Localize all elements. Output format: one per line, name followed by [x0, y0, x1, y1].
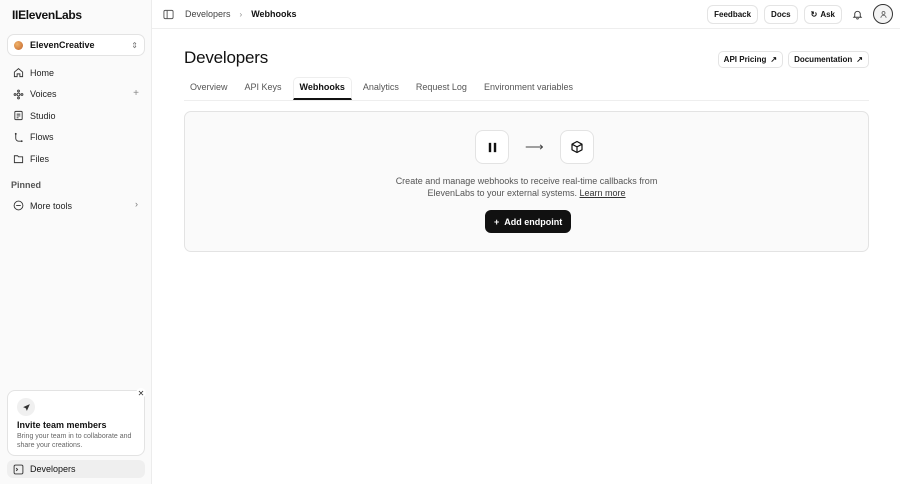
sidebar-item-flows[interactable]: Flows [7, 127, 145, 149]
invite-card[interactable]: ✕ Invite team members Bring your team in… [7, 388, 146, 456]
empty-state-description: Create and manage webhooks to receive re… [185, 175, 868, 199]
sidebar-item-label: More tools [30, 200, 73, 211]
sidebar-item-label: Studio [30, 110, 56, 121]
description-text: ElevenLabs to your external systems. [427, 188, 578, 198]
api-pricing-button[interactable]: API Pricing ↗ [717, 51, 784, 68]
sidebar-item-voices[interactable]: Voices + [7, 84, 145, 106]
sidebar-nav: Home Voices + Studio Flows Files [7, 62, 145, 170]
sidebar-item-files[interactable]: Files [7, 148, 145, 170]
studio-icon [13, 110, 24, 121]
sidebar-item-home[interactable]: Home [7, 62, 145, 84]
breadcrumb: Developers › Webhooks [185, 9, 297, 19]
sidebar: IIElevenLabs ElevenCreative ⇕ Home Voice… [0, 0, 152, 484]
feedback-button[interactable]: Feedback [707, 4, 759, 24]
more-tools-section: More tools › [7, 195, 145, 217]
refresh-icon: ↻ [810, 9, 818, 19]
sidebar-item-more-tools[interactable]: More tools › [7, 195, 145, 217]
send-icon [17, 398, 35, 416]
ask-label: Ask [820, 9, 835, 19]
documentation-label: Documentation [794, 55, 853, 64]
invite-title: Invite team members [17, 420, 107, 430]
sidebar-item-label: Files [30, 153, 50, 164]
user-avatar-icon[interactable] [873, 4, 893, 24]
add-endpoint-label: Add endpoint [504, 216, 563, 227]
sidebar-item-developers[interactable]: Developers [7, 460, 145, 478]
logo[interactable]: IIElevenLabs [12, 8, 82, 22]
breadcrumb-webhooks: Webhooks [251, 9, 297, 19]
voices-icon [13, 89, 24, 100]
empty-state-illustration: ⟶ [475, 130, 594, 164]
box-icon [559, 130, 594, 164]
breadcrumb-developers[interactable]: Developers [185, 9, 231, 19]
chevron-right-icon: › [239, 9, 243, 19]
tab-analytics[interactable]: Analytics [357, 82, 405, 100]
workspace-avatar-icon [14, 40, 23, 50]
sidebar-item-label: Voices [30, 89, 57, 100]
sidebar-item-label: Flows [30, 132, 54, 143]
bell-icon[interactable] [848, 5, 867, 24]
api-pricing-label: API Pricing [723, 55, 767, 64]
external-link-icon: ↗ [770, 55, 778, 64]
tab-bar: Overview API Keys Webhooks Analytics Req… [184, 77, 869, 101]
top-bar: Developers › Webhooks Feedback Docs ↻ As… [152, 0, 900, 29]
tab-webhooks[interactable]: Webhooks [292, 77, 352, 100]
plus-icon[interactable]: + [133, 88, 139, 99]
top-bar-actions: Feedback Docs ↻ Ask [707, 4, 893, 24]
header-actions: API Pricing ↗ Documentation ↗ [717, 51, 869, 68]
learn-more-link[interactable]: Learn more [580, 188, 626, 198]
workspace-name: ElevenCreative [30, 40, 95, 50]
terminal-icon [13, 464, 24, 475]
documentation-button[interactable]: Documentation ↗ [788, 51, 869, 68]
tab-api-keys[interactable]: API Keys [239, 82, 288, 100]
pinned-heading: Pinned [11, 180, 42, 190]
sidebar-item-label: Developers [30, 464, 76, 474]
workspace-selector[interactable]: ElevenCreative ⇕ [7, 34, 145, 56]
tab-request-log[interactable]: Request Log [410, 82, 473, 100]
sidebar-toggle-icon[interactable] [163, 9, 174, 20]
more-circle-icon [13, 200, 24, 211]
page-title: Developers [184, 48, 268, 67]
docs-button[interactable]: Docs [764, 4, 798, 24]
home-icon [13, 67, 24, 78]
ask-button[interactable]: ↻ Ask [803, 4, 842, 24]
webhooks-empty-state: ⟶ Create and manage webhooks to receive … [184, 111, 869, 252]
chevron-up-down-icon: ⇕ [131, 40, 138, 50]
invite-description: Bring your team in to collaborate and sh… [17, 433, 132, 449]
add-endpoint-button[interactable]: + Add endpoint [485, 210, 572, 233]
tab-environment-variables[interactable]: Environment variables [478, 82, 579, 100]
flows-icon [13, 132, 24, 143]
files-icon [13, 153, 24, 164]
description-line-2: ElevenLabs to your external systems. Lea… [185, 187, 868, 199]
tab-overview[interactable]: Overview [184, 82, 234, 100]
arrow-right-icon: ⟶ [525, 139, 544, 154]
description-line-1: Create and manage webhooks to receive re… [395, 176, 658, 186]
pause-icon [475, 130, 509, 164]
external-link-icon: ↗ [856, 55, 863, 64]
sidebar-item-label: Home [30, 67, 55, 78]
plus-icon: + [494, 216, 500, 227]
close-icon[interactable]: ✕ [136, 388, 146, 398]
chevron-right-icon: › [135, 199, 138, 209]
sidebar-item-studio[interactable]: Studio [7, 105, 145, 127]
